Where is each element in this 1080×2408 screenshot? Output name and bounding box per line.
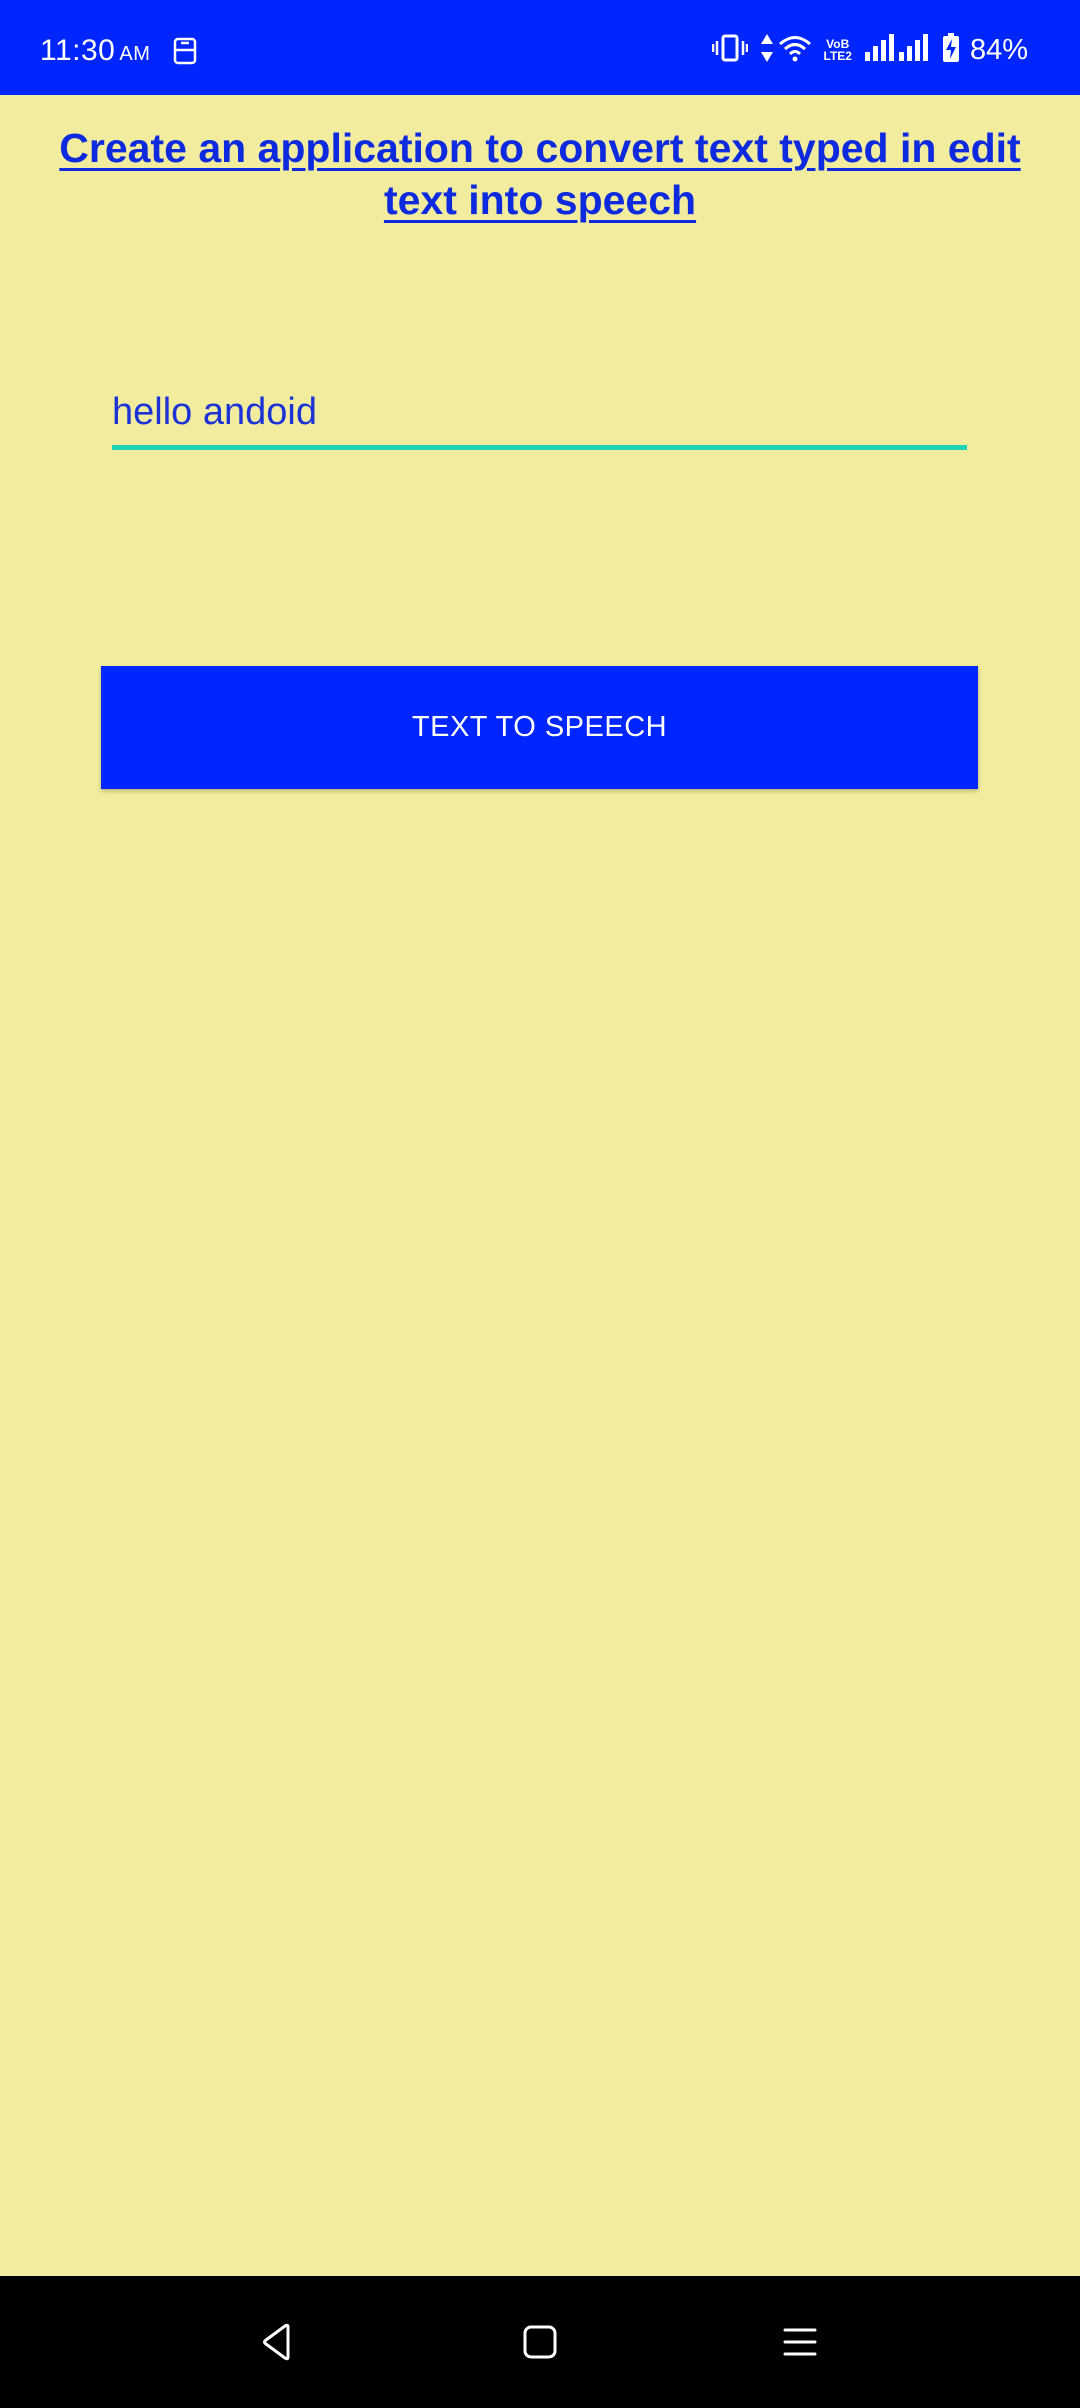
battery-percent: 84%	[969, 33, 1028, 66]
recents-menu-icon[interactable]	[770, 2312, 830, 2372]
signal-icon	[864, 33, 894, 67]
battery-charging-icon	[942, 32, 960, 68]
status-time-value: 11:30	[40, 34, 116, 67]
back-icon[interactable]	[248, 2312, 308, 2372]
wifi-icon	[778, 34, 812, 67]
status-time-ampm: AM	[119, 43, 151, 65]
sim-notification-icon	[172, 36, 200, 66]
data-arrows-icon	[760, 33, 774, 68]
vibrate-icon	[711, 33, 748, 68]
navigation-bar	[0, 2276, 1080, 2408]
signal-icon-2	[898, 33, 928, 67]
status-time: 11:30 AM	[40, 31, 150, 74]
status-bar: 11:30 AM VoB LTE2 84%	[0, 0, 1080, 95]
speech-text-input[interactable]	[112, 380, 967, 450]
home-icon[interactable]	[510, 2312, 570, 2372]
status-icons: VoB LTE2 84%	[700, 30, 1028, 70]
text-to-speech-button[interactable]: TEXT TO SPEECH	[101, 666, 978, 789]
volte-icon: VoB LTE2	[824, 38, 852, 62]
volte-bottom-label: LTE2	[823, 49, 852, 63]
page-title: Create an application to convert text ty…	[59, 125, 1021, 223]
